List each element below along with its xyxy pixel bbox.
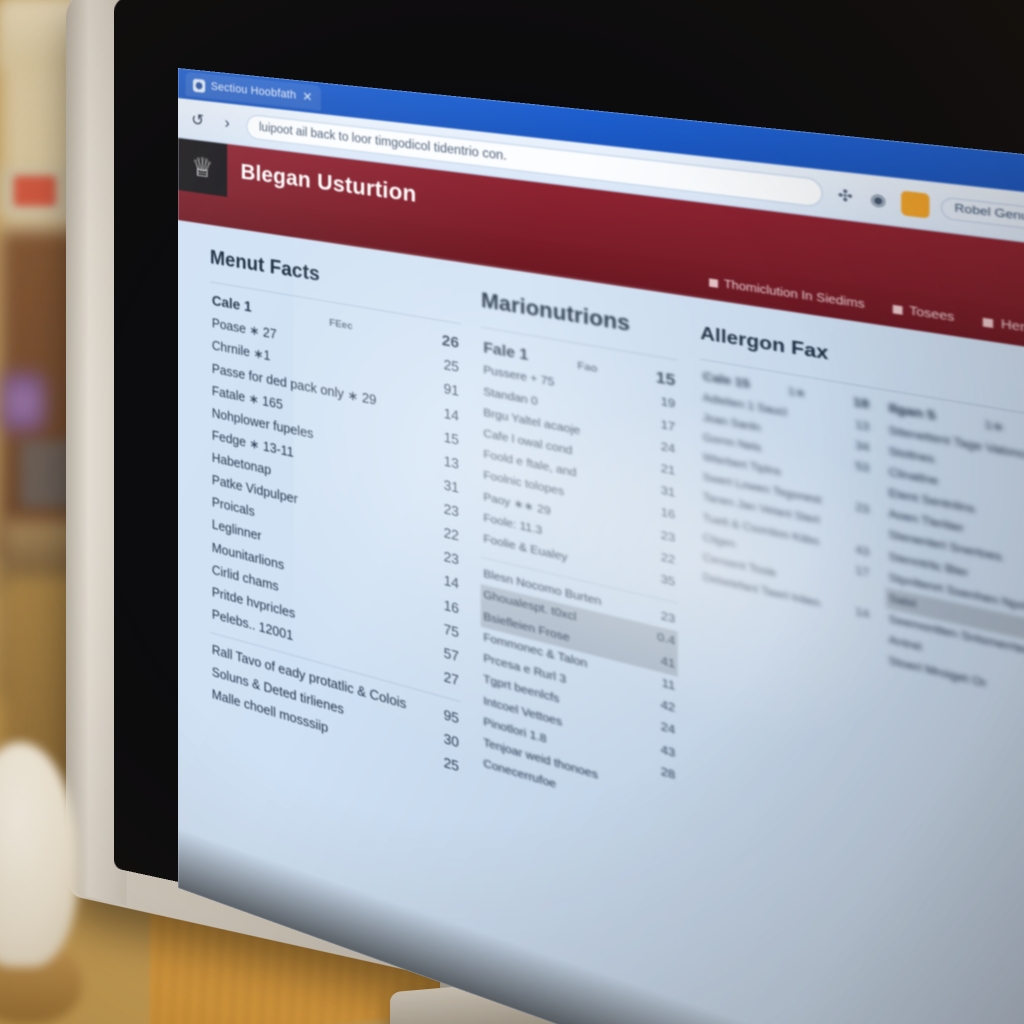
row-value: 23	[443, 501, 459, 521]
imac-display: Sectiou Hoobfath ✕ ↺ › luipoot ail back …	[178, 68, 1024, 1024]
nav-item-label: Tosees	[909, 304, 955, 325]
header-sub: 1∗	[984, 418, 1004, 436]
close-icon[interactable]: ✕	[302, 89, 312, 105]
background-flowers	[0, 372, 46, 432]
extensions-icon[interactable]: ✣	[834, 185, 856, 207]
column-macronutrients: Marionutrions Fale 1 Fao 15 Pussere + 75…	[481, 289, 678, 1024]
column-menu-facts: Menut Facts Cale 1 FEec 26 Poase ∗ 27 25 C…	[209, 247, 462, 959]
row-value: 41	[660, 653, 676, 672]
header-sub: 1∗	[788, 385, 806, 402]
column-title: Marionutrions	[481, 289, 631, 337]
row-value: 0.4	[657, 630, 676, 649]
browser-window: Sectiou Hoobfath ✕ ↺ › luipoot ail back …	[178, 68, 1024, 1024]
row-value: 14	[855, 604, 870, 621]
table-body: Pussere + 75 19 Standan 0 17 Brgu Yaltel aca…	[481, 360, 678, 595]
exit-sign	[14, 176, 56, 206]
nav-item-label: Henoption	[1001, 317, 1024, 342]
row-value: 14	[443, 405, 459, 424]
row-value: 31	[443, 477, 459, 496]
row-value: 42	[660, 697, 676, 716]
table-body-secondary: Blesn Nocomo Burten 23 Ghoualespt. t0xcl 0.…	[481, 564, 678, 833]
row-value: 11	[661, 675, 676, 694]
row-value: 16	[443, 597, 459, 617]
row-value: 23	[443, 549, 459, 569]
row-value: 22	[443, 525, 459, 545]
reload-back-icon[interactable]: ↺	[187, 108, 208, 133]
row-value: 30	[443, 731, 459, 751]
header-value: 26	[441, 330, 459, 352]
row-value: 31	[660, 483, 676, 501]
row-value: 17	[660, 417, 676, 434]
column-allergen-facts: Allergon Fax Cale 15 1∗ 18 Adtelien 1 Sa…	[700, 324, 1024, 1024]
row-value: 75	[443, 621, 459, 641]
allergen-subcolumn-left: Cale 15 1∗ 18 Adtelien 1 Saucl 13 Joan San…	[700, 366, 872, 668]
header-sub: Fao	[577, 359, 598, 376]
table-body: Adtelien 1 Saucl 13 Joan Sanln 34 Gornn Nels…	[700, 388, 872, 626]
header-sub: FEec	[329, 316, 353, 333]
nav-item-2[interactable]: Henoption	[983, 315, 1024, 341]
nav-item-1[interactable]: Tosees	[892, 302, 955, 325]
row-value: 19	[660, 395, 676, 412]
bookmark-star-icon[interactable]	[900, 189, 929, 218]
row-value: 43	[855, 542, 870, 558]
tab-title: Sectiou Hoobfath	[210, 80, 297, 102]
row-value: 16	[660, 505, 676, 523]
row-value: 23	[660, 527, 676, 545]
row-value: 53	[855, 459, 870, 475]
row-value: 17	[855, 563, 870, 579]
row-value: 13	[443, 453, 459, 472]
row-value: 24	[660, 439, 676, 456]
table-body: Sttenettent Tage ValonceolStotlnes0Clina…	[885, 420, 1024, 715]
row-value: 15	[443, 429, 459, 448]
crest-logo-icon[interactable]: ♕	[178, 138, 228, 197]
favicon-icon	[192, 78, 206, 93]
row-value: 21	[660, 461, 676, 479]
row-value: 95	[443, 707, 459, 727]
row-value: 23	[855, 501, 870, 517]
header-value: 18	[853, 394, 870, 413]
bullet-icon	[708, 277, 718, 288]
content-area: Menut Facts Cale 1 FEec 26 Poase ∗ 27 25 C…	[178, 220, 1024, 1024]
row-value: 34	[855, 439, 870, 454]
page-title: Blegan Usturtion	[240, 160, 417, 208]
row-value: 35	[660, 572, 676, 590]
row-value: 23	[660, 609, 676, 627]
row-value: 57	[443, 645, 459, 665]
row-value: 24	[660, 720, 676, 738]
row-value: 22	[660, 550, 676, 568]
table-body: Poase ∗ 27 25 Chrnile ∗1 91 Passe for ded pa…	[210, 312, 461, 694]
chevron-right-icon[interactable]: ›	[217, 111, 238, 136]
bullet-icon	[983, 317, 994, 328]
row-value: 14	[443, 573, 459, 593]
row-value: 27	[443, 669, 459, 689]
profile-icon[interactable]: ◉	[867, 189, 889, 211]
header-value: 15	[655, 367, 676, 390]
allergen-subcolumn-right: Ilgan 5 1∗ 8 Sttenettent Tage ValonceolS…	[885, 397, 1024, 716]
row-value: 25	[443, 357, 459, 376]
bullet-icon	[892, 304, 903, 315]
row-value: 43	[660, 742, 676, 760]
row-value: 28	[660, 764, 676, 783]
row-value: 91	[443, 381, 459, 400]
photo-scene:  Sectiou Hoobfath ✕ ↺	[0, 0, 1024, 1024]
row-value: 25	[443, 755, 459, 776]
row-value: 13	[855, 418, 870, 434]
toolbar-pill-button[interactable]: Robel Genus	[940, 195, 1024, 232]
